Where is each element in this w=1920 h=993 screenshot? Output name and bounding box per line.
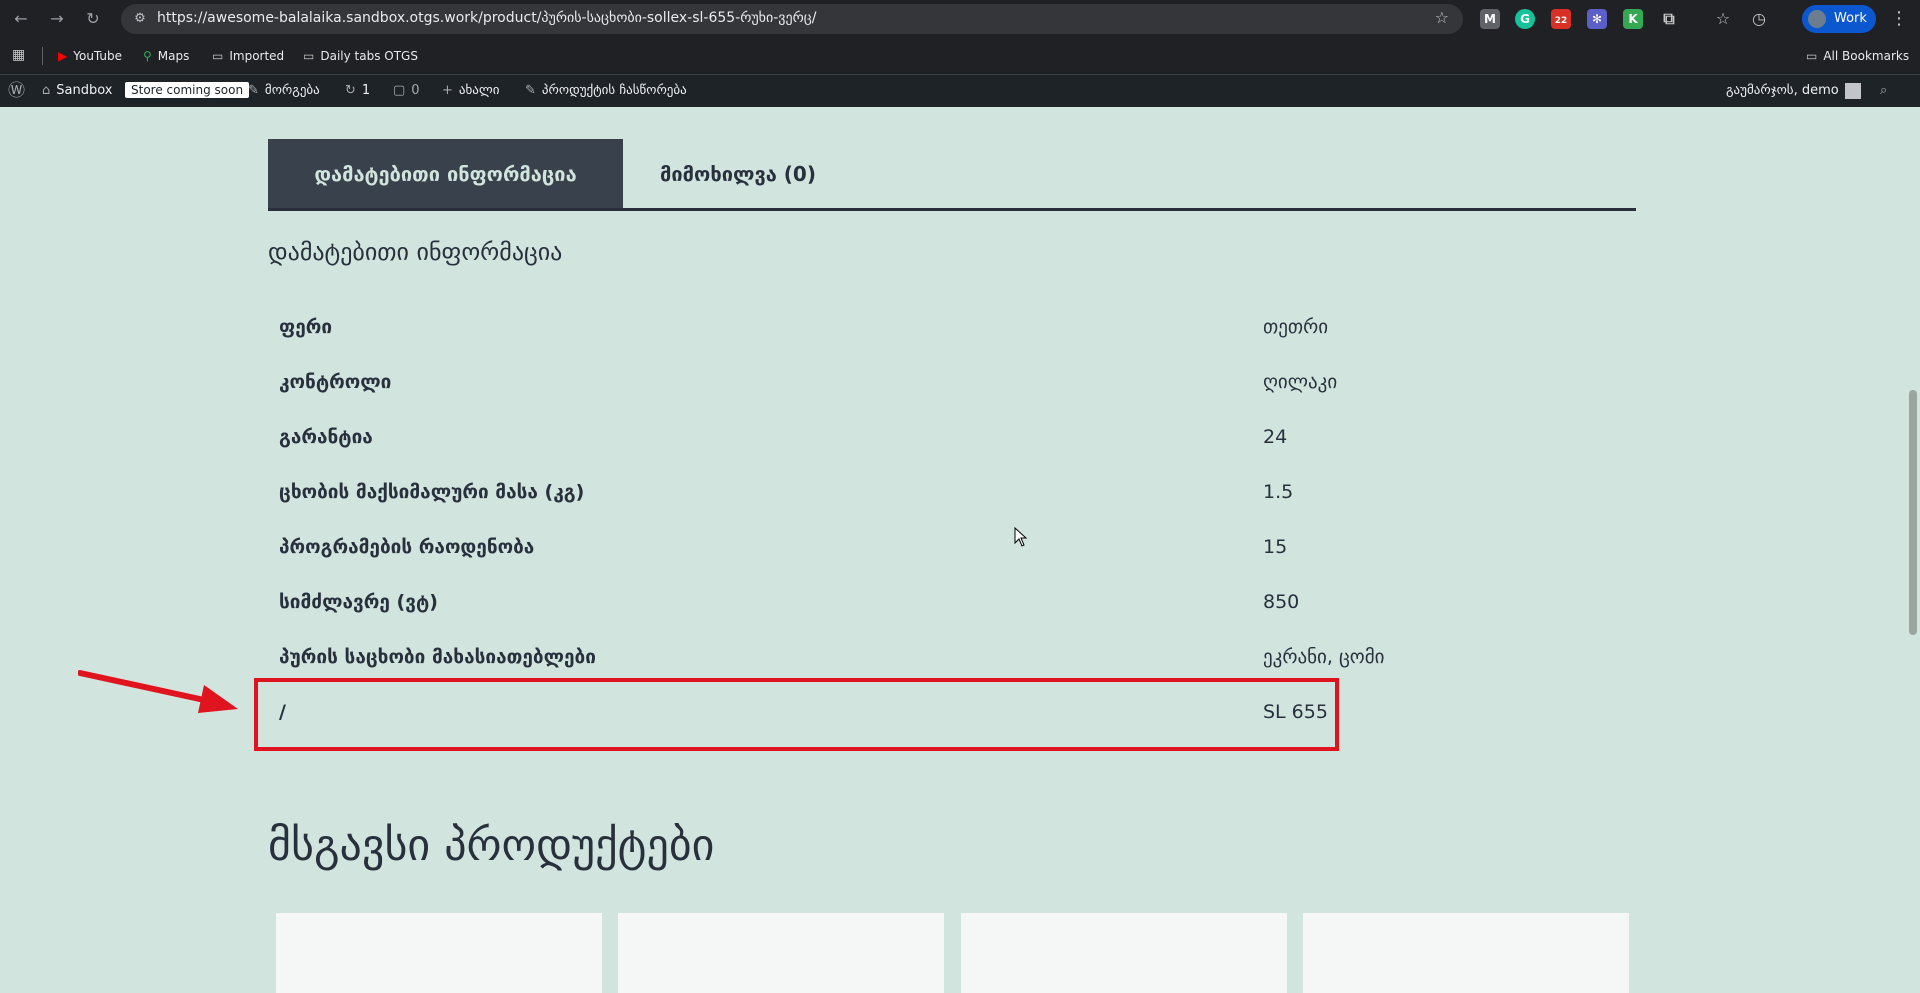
maps-pin-icon: ⚲ [143,49,152,63]
attribute-value: ეკრანი, ცომი [1263,646,1385,668]
bookmark-star-icon[interactable]: ☆ [1435,8,1449,27]
product-card[interactable] [618,913,944,993]
site-info-icon[interactable]: ⚙ [131,10,149,28]
url-text[interactable]: https://awesome-balalaika.sandbox.otgs.w… [157,10,816,26]
edit-product-label: პროდუქტის ჩასწორება [541,83,687,98]
customize-label: მორგება [264,83,320,98]
tabs-divider [268,208,1636,211]
coming-soon-badge[interactable]: Store coming soon [125,75,250,107]
wordpress-logo-icon[interactable]: Ⓦ [8,75,25,107]
profile-avatar [1808,10,1826,28]
coming-soon-label: Store coming soon [125,82,250,98]
mouse-cursor-icon [1014,527,1028,547]
attribute-label: ფერი [279,316,333,338]
attribute-value: 24 [1263,426,1288,448]
extensions-puzzle-icon[interactable]: ⧉ [1659,9,1679,29]
attribute-label: კონტროლი [279,371,392,393]
greeting-label: გაუმარჯოს, demo [1726,83,1839,98]
address-bar[interactable]: ⚙ https://awesome-balalaika.sandbox.otgs… [121,4,1463,34]
reload-icon[interactable]: ↻ [81,8,105,30]
bookmarks-bar [0,38,1920,75]
section-title: დამატებითი ინფორმაცია [268,238,563,266]
calendar-extension-icon[interactable]: 22 [1551,9,1571,29]
admin-comments[interactable]: ▢ 0 [393,75,420,107]
product-tabs: დამატებითი ინფორმაცია მიმოხილვა (0) [268,139,1636,211]
youtube-icon: ▶ [58,49,68,63]
tab-additional-information[interactable]: დამატებითი ინფორმაცია [268,139,623,209]
new-label: ახალი [458,83,500,98]
attribute-value: ღილაკი [1263,371,1338,393]
profile-label: Work [1834,11,1867,26]
history-icon[interactable]: ◷ [1749,9,1769,29]
admin-site-name[interactable]: ⌂ Sandbox [42,75,112,107]
attribute-label: პროგრამების რაოდენობა [279,536,535,558]
attribute-label: ცხობის მაქსიმალური მასა (კგ) [279,481,585,503]
all-bookmarks[interactable]: ▭ All Bookmarks [1806,47,1909,65]
table-row: კონტროლი ღილაკი [268,356,1636,411]
updates-icon: ↻ [345,83,356,98]
table-row: ფერი თეთრი [268,301,1636,356]
bookmark-label: Maps [157,49,190,63]
attribute-label: პურის საცხობი მახასიათებლები [279,646,596,668]
brush-icon: ✎ [248,83,259,98]
product-card[interactable] [961,913,1287,993]
table-row: პროგრამების რაოდენობა 15 [268,521,1636,576]
attribute-value: თეთრი [1263,316,1329,338]
bookmark-youtube[interactable]: ▶ YouTube [58,47,122,65]
admin-account[interactable]: გაუმარჯოს, demo [1726,75,1861,107]
related-products-title: მსგავსი პროდუქტები [268,820,715,871]
product-card[interactable] [1303,913,1629,993]
product-card[interactable] [276,913,602,993]
comments-count: 0 [411,83,420,98]
bookmark-label: YouTube [73,49,123,63]
forward-icon[interactable]: → [45,8,69,30]
admin-new[interactable]: + ახალი [442,75,499,107]
folder-icon: ▭ [1806,49,1818,63]
wp-admin-bar: Ⓦ ⌂ Sandbox Store coming soon ✎ მორგება ↻ 1… [0,75,1920,107]
table-row: გარანტია 24 [268,411,1636,466]
browser-toolbar: ← → ↻ ⚙ https://awesome-balalaika.sandbo… [0,0,1920,38]
attribute-label: სიმძლავრე (ვტ) [279,591,438,613]
extension-m-icon[interactable]: M [1480,9,1500,29]
apps-grid-icon[interactable]: ▦ [12,47,25,63]
attribute-value: 1.5 [1263,481,1294,503]
bookmarks-separator [42,47,43,65]
admin-edit-product[interactable]: ✎ პროდუქტის ჩასწორება [525,75,687,107]
highlight-annotation-box [254,678,1339,751]
bookmark-label: Daily tabs OTGS [320,49,418,63]
comment-icon: ▢ [393,83,406,98]
attribute-value: 850 [1263,591,1300,613]
bookmark-daily-tabs[interactable]: ▭ Daily tabs OTGS [303,47,418,65]
profile-button[interactable]: Work [1802,5,1876,33]
extension-gear-icon[interactable]: ✻ [1587,9,1607,29]
bookmark-imported[interactable]: ▭ Imported [212,47,284,65]
avatar [1844,82,1861,99]
bookmark-label: Imported [229,49,285,63]
admin-updates[interactable]: ↻ 1 [345,75,370,107]
tab-reviews[interactable]: მიმოხილვა (0) [623,139,853,209]
scrollbar-thumb[interactable] [1909,390,1917,635]
plus-icon: + [442,83,453,98]
back-icon[interactable]: ← [9,8,33,30]
site-name-label: Sandbox [56,83,113,98]
attribute-label: გარანტია [279,426,373,448]
folder-icon: ▭ [212,49,224,63]
all-bookmarks-label: All Bookmarks [1823,49,1910,63]
bookmark-maps[interactable]: ⚲ Maps [143,47,189,65]
admin-customize[interactable]: ✎ მორგება [248,75,320,107]
folder-icon: ▭ [303,49,315,63]
home-icon: ⌂ [42,83,51,98]
updates-count: 1 [361,83,371,98]
table-row: სიმძლავრე (ვტ) 850 [268,576,1636,631]
table-row: ცხობის მაქსიმალური მასა (კგ) 1.5 [268,466,1636,521]
reading-list-icon[interactable]: ☆ [1713,9,1733,29]
pencil-icon: ✎ [525,83,536,98]
extension-badge: 22 [1554,16,1568,26]
search-icon[interactable]: ⌕ [1880,75,1887,107]
grammarly-icon[interactable]: G [1515,9,1535,29]
annotation-arrow-icon [78,670,238,713]
attribute-value: 15 [1263,536,1288,558]
browser-menu-icon[interactable]: ⋮ [1890,8,1908,29]
extension-k-icon[interactable]: K [1623,9,1643,29]
